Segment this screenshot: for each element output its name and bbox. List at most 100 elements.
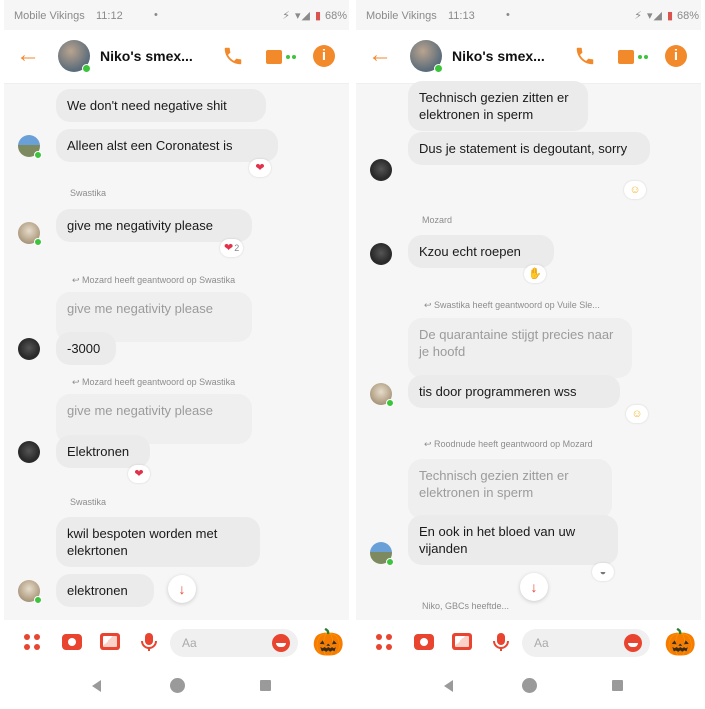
emoji-reaction[interactable]: ◒ (592, 563, 614, 581)
message-list[interactable]: Technisch gezien zitten er elektronen in… (356, 81, 701, 615)
input-placeholder: Aa (182, 636, 197, 650)
message-bubble[interactable]: tis door programmeren wss (408, 375, 620, 408)
gallery-icon[interactable] (452, 633, 472, 650)
emoji-icon[interactable] (624, 634, 642, 652)
message-bubble[interactable]: Alleen alst een Coronatest is (56, 129, 278, 162)
back-arrow-icon[interactable]: ← (368, 43, 392, 67)
message-bubble[interactable]: give me negativity please (56, 209, 252, 242)
apps-grid-icon[interactable] (22, 631, 44, 653)
back-arrow-icon[interactable]: ← (16, 43, 40, 67)
apps-grid-icon[interactable] (374, 631, 396, 653)
reply-context: ↩ Roodnude heeft geantwoord op Mozard (424, 439, 593, 449)
nav-home-icon[interactable] (522, 678, 537, 693)
sender-name: Mozard (422, 215, 453, 225)
nav-home-icon[interactable] (170, 678, 185, 693)
message-bubble[interactable]: En ook in het bloed van uw vijanden (408, 515, 618, 565)
message-bubble[interactable]: Dus je statement is degoutant, sorry (408, 132, 650, 165)
gallery-icon[interactable] (100, 633, 120, 650)
reaction-emoji: ◒ (599, 566, 607, 578)
reaction-count: 2 (234, 243, 240, 253)
heart-reaction[interactable]: ❤2 (220, 239, 244, 257)
battery-icon: ▮ (666, 10, 673, 22)
quoted-message[interactable]: De quarantaine stijgt precies naar je ho… (408, 318, 632, 378)
phone-icon[interactable] (574, 45, 596, 67)
battery-percent: 68% (676, 10, 699, 22)
reaction-emoji: ☺ (631, 408, 643, 420)
pumpkin-icon[interactable]: 🎃 (312, 626, 344, 658)
avatar[interactable] (18, 338, 40, 360)
chat-title[interactable]: Niko's smex... (100, 48, 193, 64)
chat-title[interactable]: Niko's smex... (452, 48, 545, 64)
nav-back-icon[interactable] (444, 680, 453, 692)
carrier-label: Mobile Vikings (14, 10, 85, 22)
reply-context: ↩ Mozard heeft geantwoord op Swastika (72, 275, 236, 285)
video-icon[interactable] (618, 49, 648, 65)
heart-reaction[interactable]: ❤ (249, 159, 271, 177)
video-icon[interactable] (266, 49, 296, 65)
reaction-emoji: ❤ (255, 162, 265, 174)
message-bubble[interactable]: Technisch gezien zitten er elektronen in… (408, 81, 588, 131)
emoji-reaction[interactable]: ☺ (626, 405, 648, 423)
avatar[interactable] (18, 222, 42, 246)
pumpkin-icon[interactable]: 🎃 (664, 626, 696, 658)
reaction-emoji: ❤ (224, 242, 234, 254)
message-bubble[interactable]: We don't need negative shit (56, 89, 266, 122)
quoted-message[interactable]: Technisch gezien zitten er elektronen in… (408, 459, 612, 519)
status-bar: Mobile Vikings 11:13 • ⚡ ▾◢ ▮ 68% (356, 0, 701, 30)
avatar[interactable] (370, 542, 394, 566)
sender-name: Swastika (70, 497, 107, 507)
mic-icon[interactable] (138, 631, 160, 653)
reaction-emoji: ☺ (629, 184, 641, 196)
nav-recents-icon[interactable] (260, 680, 271, 691)
phone-screen-right: Mobile Vikings 11:13 • ⚡ ▾◢ ▮ 68% ← Niko… (356, 0, 701, 709)
nav-recents-icon[interactable] (612, 680, 623, 691)
hand-reaction[interactable]: ✋ (524, 265, 546, 283)
avatar[interactable] (370, 243, 392, 265)
clock: 11:13 (448, 10, 475, 22)
nav-back-icon[interactable] (92, 680, 101, 692)
typing-indicator: Niko, GBCs heeftde... (422, 601, 510, 611)
avatar[interactable] (370, 159, 392, 181)
notification-dot-icon: • (154, 9, 158, 21)
chat-avatar[interactable] (410, 40, 443, 73)
camera-icon[interactable] (62, 634, 82, 650)
avatar[interactable] (370, 383, 394, 407)
emoji-reaction[interactable]: ☺ (624, 181, 646, 199)
camera-icon[interactable] (414, 634, 434, 650)
reply-context-text: Mozard heeft geantwoord op Swastika (82, 377, 236, 387)
scroll-down-icon[interactable]: ↓ (520, 573, 548, 601)
reaction-emoji: ❤ (134, 468, 144, 480)
message-bubble[interactable]: -3000 (56, 332, 116, 365)
reaction-emoji: ✋ (528, 268, 542, 280)
chat-avatar[interactable] (58, 40, 91, 73)
message-bubble[interactable]: Kzou echt roepen (408, 235, 554, 268)
emoji-icon[interactable] (272, 634, 290, 652)
message-bubble[interactable]: elektronen (56, 574, 154, 607)
signal-icons: ⚡ ▾◢ (634, 10, 663, 22)
avatar[interactable] (18, 135, 42, 159)
message-input[interactable]: Aa (522, 629, 650, 657)
composer-bar: Aa 🎃 (356, 620, 701, 664)
reply-context: ↩ Mozard heeft geantwoord op Swastika (72, 377, 236, 387)
message-bubble[interactable]: kwil bespoten worden met elekrtonen (56, 517, 260, 567)
message-list[interactable]: We don't need negative shit Alleen alst … (4, 85, 349, 615)
online-indicator (386, 399, 394, 407)
online-indicator (34, 238, 42, 246)
sender-name: Swastika (70, 188, 107, 198)
scroll-down-icon[interactable]: ↓ (168, 575, 196, 603)
online-indicator (34, 596, 42, 604)
system-nav-bar (356, 664, 701, 709)
avatar[interactable] (18, 441, 40, 463)
battery-icon: ▮ (314, 10, 321, 22)
mic-icon[interactable] (490, 631, 512, 653)
info-icon[interactable]: i (313, 45, 335, 67)
status-bar: Mobile Vikings 11:12 • ⚡ ▾◢ ▮ 68% (4, 0, 349, 30)
message-input[interactable]: Aa (170, 629, 298, 657)
heart-reaction[interactable]: ❤ (128, 465, 150, 483)
avatar[interactable] (18, 580, 42, 604)
phone-icon[interactable] (222, 45, 244, 67)
info-icon[interactable]: i (665, 45, 687, 67)
signal-icons: ⚡ ▾◢ (282, 10, 311, 22)
notification-dot-icon: • (506, 9, 510, 21)
message-bubble[interactable]: Elektronen (56, 435, 150, 468)
